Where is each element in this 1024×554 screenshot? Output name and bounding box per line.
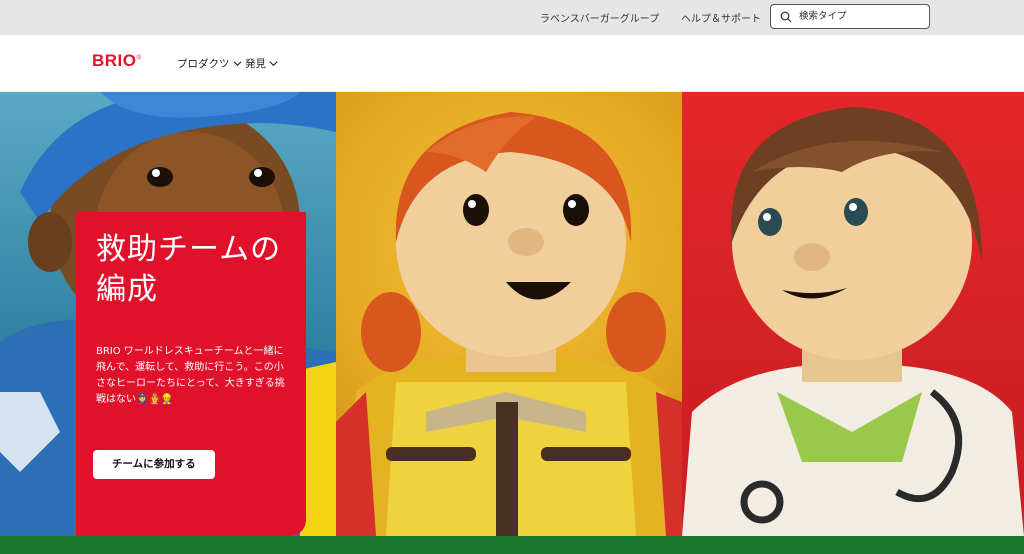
hero-banner: 救助チームの編成 BRIO ワールドレスキューチームと一緒に飛んで、運転して、救… (0, 92, 1024, 536)
search-input[interactable] (799, 8, 924, 25)
search-box[interactable] (770, 4, 930, 29)
hero-description: BRIO ワールドレスキューチームと一緒に飛んで、運転して、救助に行こう。この小… (96, 346, 285, 405)
hero-title: 救助チームの編成 (96, 232, 282, 307)
brio-logo[interactable]: BRIO® (92, 51, 141, 71)
doctor-figure-illustration (682, 107, 1024, 536)
chevron-down-icon (269, 61, 278, 67)
help-support-link[interactable]: ヘルプ＆サポート (681, 10, 761, 25)
join-team-button[interactable]: チームに参加する (93, 450, 215, 479)
hero-image-girl (336, 92, 682, 536)
group-link[interactable]: ラベンスバーガーグループ (540, 10, 659, 25)
main-navigation: BRIO® プロダクツ 発見 (0, 35, 1024, 92)
hero-promo-card: 救助チームの編成 BRIO ワールドレスキューチームと一緒に飛んで、運転して、救… (76, 212, 306, 536)
search-icon (780, 11, 792, 23)
nav-discover-label: 発見 (245, 58, 266, 70)
logo-text: BRIO (92, 51, 137, 70)
utility-bar: ラベンスバーガーグループ ヘルプ＆サポート (0, 0, 1024, 35)
chevron-down-icon (233, 61, 241, 67)
girl-figure-illustration (336, 112, 682, 536)
nav-products-label: プロダクツ (177, 58, 230, 70)
nav-products[interactable]: プロダクツ (177, 56, 242, 71)
nav-discover[interactable]: 発見 (245, 56, 278, 71)
green-section-strip (0, 536, 1024, 554)
hero-image-doctor (682, 92, 1024, 536)
